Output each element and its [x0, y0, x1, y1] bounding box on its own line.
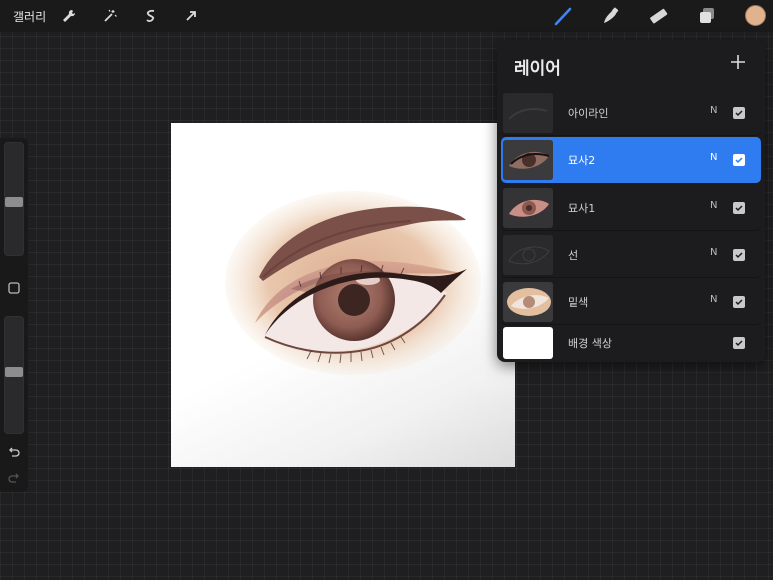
smudge-icon[interactable] — [597, 4, 623, 28]
layer-row-detail-2[interactable]: 묘사2 N — [501, 137, 761, 183]
checkmark-icon — [735, 340, 743, 347]
blend-mode-button[interactable]: N — [710, 152, 717, 163]
layer-row-eyeliner[interactable]: 아이라인 N — [501, 90, 761, 136]
checkmark-icon — [735, 205, 743, 212]
layer-name: 아이라인 — [568, 107, 609, 120]
layers-panel: 레이어 아이라인 N 묘사2 N 묘사1 N 선 N 밑색 N 배경 색상 — [497, 40, 765, 362]
layer-name: 밑색 — [568, 296, 589, 309]
gallery-button[interactable]: 갤러리 — [13, 8, 46, 25]
layers-panel-title: 레이어 — [514, 59, 561, 79]
add-layer-button[interactable] — [728, 52, 748, 72]
layer-thumbnail — [503, 235, 553, 275]
layer-name: 배경 색상 — [568, 337, 612, 350]
layer-thumbnail — [503, 327, 553, 359]
brush-size-thumb[interactable] — [5, 197, 23, 207]
color-picker-swatch[interactable] — [745, 5, 766, 26]
left-sidebar — [0, 138, 28, 492]
brush-icon[interactable] — [550, 4, 576, 28]
plus-icon — [731, 55, 745, 69]
layer-thumbnail — [503, 282, 553, 322]
checkmark-icon — [735, 157, 743, 164]
blend-mode-button[interactable]: N — [710, 247, 717, 258]
eye-illustration — [225, 191, 481, 375]
layer-thumbnail — [503, 188, 553, 228]
checkmark-icon — [735, 299, 743, 306]
layer-row-background-color[interactable]: 배경 색상 — [501, 324, 761, 362]
layer-name: 묘사2 — [568, 154, 596, 167]
layer-name: 선 — [568, 249, 579, 262]
eraser-icon[interactable] — [645, 4, 671, 28]
drawing-canvas[interactable] — [171, 123, 515, 467]
layer-name: 묘사1 — [568, 202, 596, 215]
layer-thumbnail — [503, 140, 553, 180]
layers-icon[interactable] — [694, 4, 720, 28]
magic-wand-icon[interactable] — [98, 4, 122, 28]
selection-icon[interactable] — [139, 4, 163, 28]
opacity-slider[interactable] — [4, 316, 24, 434]
visibility-checkbox[interactable] — [733, 202, 745, 214]
opacity-thumb[interactable] — [5, 367, 23, 377]
blend-mode-button[interactable]: N — [710, 294, 717, 305]
visibility-checkbox[interactable] — [733, 107, 745, 119]
blend-mode-button[interactable]: N — [710, 200, 717, 211]
wrench-icon[interactable] — [57, 4, 81, 28]
visibility-checkbox[interactable] — [733, 249, 745, 261]
layer-row-detail-1[interactable]: 묘사1 N — [501, 185, 761, 231]
layer-thumbnail — [503, 93, 553, 133]
layer-row-lines[interactable]: 선 N — [501, 232, 761, 278]
visibility-checkbox[interactable] — [733, 296, 745, 308]
brush-size-slider[interactable] — [4, 142, 24, 256]
undo-icon[interactable] — [6, 444, 22, 460]
checkmark-icon — [735, 110, 743, 117]
top-toolbar: 갤러리 — [0, 0, 773, 32]
redo-icon[interactable] — [6, 470, 22, 486]
transform-arrow-icon[interactable] — [179, 4, 203, 28]
layer-row-base-color[interactable]: 밑색 N — [501, 279, 761, 325]
blend-mode-button[interactable]: N — [710, 105, 717, 116]
visibility-checkbox[interactable] — [733, 154, 745, 166]
modify-button[interactable] — [6, 280, 22, 296]
checkmark-icon — [735, 252, 743, 259]
visibility-checkbox[interactable] — [733, 337, 745, 349]
